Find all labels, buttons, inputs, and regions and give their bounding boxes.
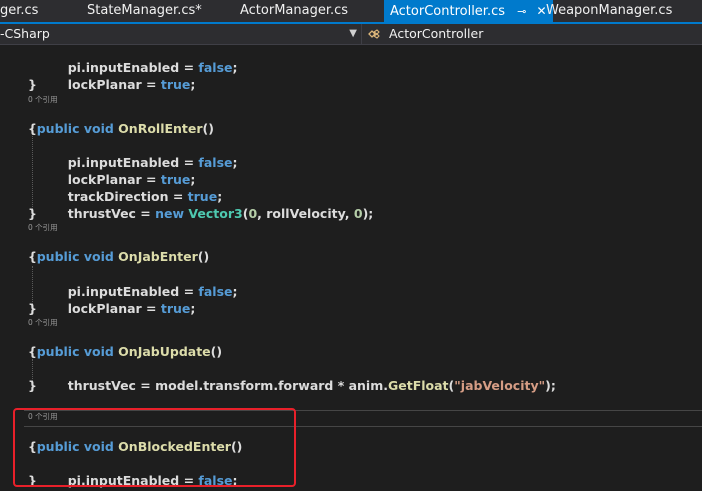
code-line: public void OnRollEnter() — [36, 121, 214, 136]
code-line: thrustVec = new Vector3(0, rollVelocity,… — [67, 206, 374, 221]
chevron-down-icon: ▼ — [349, 28, 357, 39]
class-dropdown[interactable]: ActorController — [364, 24, 483, 44]
code-line: lockPlanar = true; — [67, 77, 196, 92]
tab-weapon-data[interactable]: ger.cs — [0, 0, 38, 22]
code-line: } — [28, 378, 37, 393]
class-icon — [368, 26, 380, 39]
highlight-box — [13, 408, 296, 487]
tab-actor-manager[interactable]: ActorManager.cs — [240, 0, 348, 22]
code-line: public void OnJabEnter() — [36, 249, 210, 264]
code-line: { — [28, 344, 37, 359]
indent-guide — [32, 129, 33, 209]
code-line: { — [28, 121, 37, 136]
tab-label: WeaponManager.cs — [546, 3, 673, 18]
tab-actor-controller[interactable]: ActorController.cs ⊸ ✕ — [384, 0, 553, 22]
tab-weapon-manager[interactable]: WeaponManager.cs — [546, 0, 672, 22]
tab-label: ActorManager.cs — [240, 3, 349, 18]
project-label: -CSharp — [0, 26, 50, 41]
code-line: lockPlanar = true; — [67, 301, 196, 316]
code-line: } — [28, 206, 37, 221]
project-dropdown[interactable]: -CSharp ▼ — [0, 24, 362, 44]
class-label: ActorController — [388, 26, 484, 41]
code-line: { — [28, 249, 37, 264]
document-tab-bar: ger.cs StateManager.cs* ActorManager.cs … — [0, 0, 702, 24]
code-line: public void OnJabUpdate() — [36, 344, 223, 359]
tab-label: ger.cs — [0, 3, 39, 18]
tab-state-manager[interactable]: StateManager.cs* — [87, 0, 202, 22]
code-line: } — [28, 77, 37, 92]
pin-icon[interactable]: ⊸ — [517, 5, 526, 18]
tab-label: ActorController.cs — [390, 4, 506, 19]
tab-label: StateManager.cs* — [87, 3, 202, 18]
code-line: } — [28, 301, 37, 316]
code-line: thrustVec = model.transform.forward * an… — [67, 378, 556, 393]
